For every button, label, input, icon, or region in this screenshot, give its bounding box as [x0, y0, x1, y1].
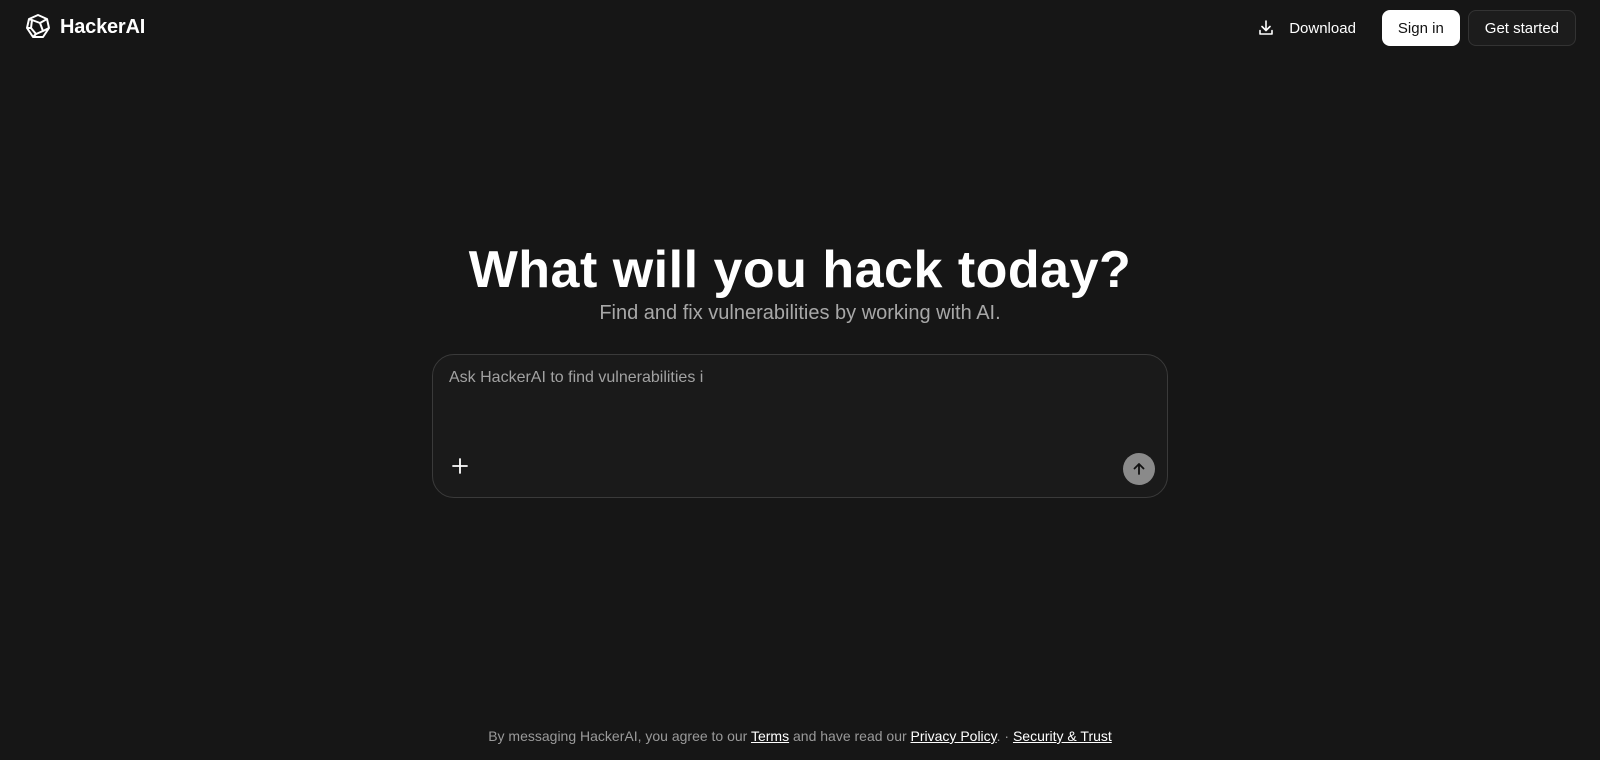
security-trust-link[interactable]: Security & Trust — [1013, 728, 1112, 744]
header-actions: Download Sign in Get started — [1241, 10, 1576, 46]
terms-link[interactable]: Terms — [751, 728, 789, 744]
download-label: Download — [1289, 19, 1356, 37]
hero-title: What will you hack today? — [468, 241, 1132, 299]
brand-name: HackerAI — [60, 15, 146, 38]
hero-subtitle: Find and fix vulnerabilities by working … — [599, 302, 1001, 324]
footer-legal: By messaging HackerAI, you agree to our … — [0, 728, 1600, 744]
get-started-button[interactable]: Get started — [1467, 10, 1576, 46]
hackerai-logo-icon — [26, 14, 50, 38]
plus-icon — [452, 458, 468, 474]
download-icon — [1259, 20, 1274, 35]
message-input[interactable] — [449, 369, 1149, 439]
download-button[interactable]: Download — [1241, 10, 1374, 46]
footer-prefix: By messaging HackerAI, you agree to our — [488, 728, 748, 744]
brand-link[interactable]: HackerAI — [24, 12, 145, 42]
privacy-policy-link[interactable]: Privacy Policy — [911, 728, 997, 744]
top-navigation: HackerAI Download Sign in Get started — [0, 0, 1600, 56]
send-button[interactable] — [1123, 453, 1155, 485]
arrow-up-icon — [1133, 463, 1145, 475]
sign-in-button[interactable]: Sign in — [1381, 10, 1460, 46]
footer-middle: and have read our — [793, 728, 907, 744]
footer-separator: . · — [996, 728, 1010, 744]
chat-composer — [432, 354, 1168, 498]
attach-button[interactable] — [447, 453, 473, 479]
